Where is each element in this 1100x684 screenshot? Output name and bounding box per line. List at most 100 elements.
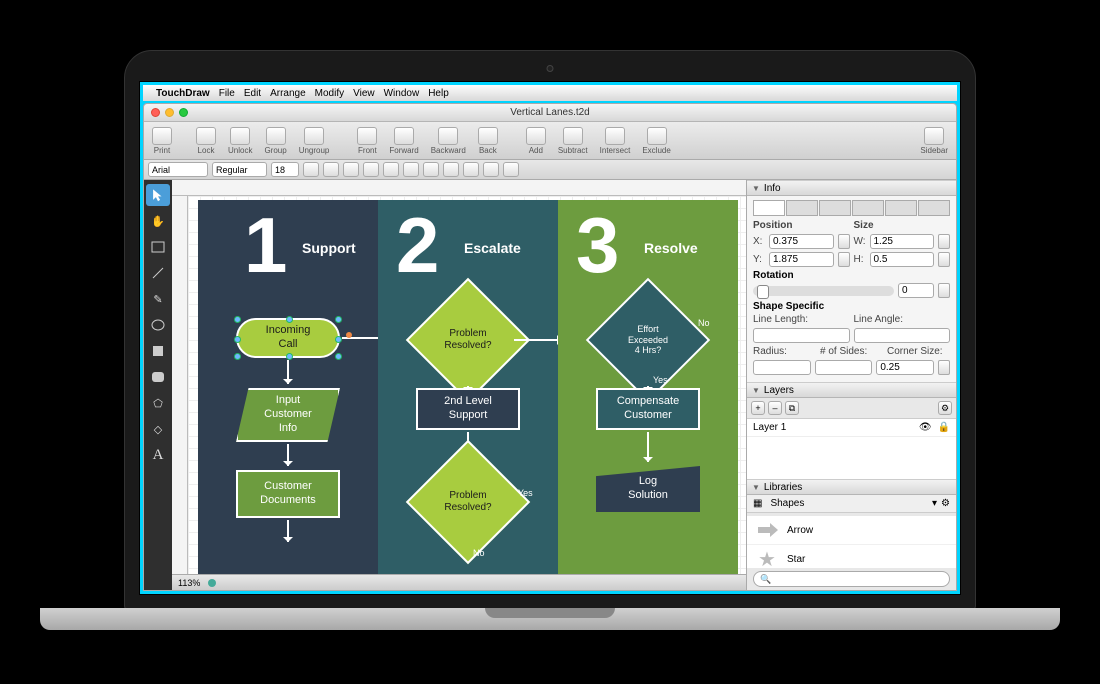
library-category[interactable]: Shapes [766,498,928,509]
rect-tool[interactable] [146,236,170,258]
group-button[interactable]: Group [260,125,290,157]
italic-button[interactable] [323,162,339,177]
shape-incoming-call[interactable]: Incoming Call [236,318,340,358]
underline-button[interactable] [343,162,359,177]
sides-field[interactable] [815,360,873,375]
sel-handle-icon[interactable] [234,336,241,343]
radius-field[interactable] [753,360,811,375]
x-stepper[interactable] [838,234,850,249]
add-button[interactable]: Add [522,125,550,157]
shape-support2[interactable]: 2nd Level Support [416,388,520,430]
back-button[interactable]: Back [474,125,502,157]
bold-button[interactable] [303,162,319,177]
pen-tool[interactable]: ✎ [146,288,170,310]
shape-documents[interactable]: Customer Documents [236,470,340,518]
shape-input-info[interactable]: Input Customer Info [236,388,340,442]
text-tool[interactable]: A [146,444,170,466]
layers-panel-header[interactable]: ▼Layers [747,382,956,398]
remove-layer-button[interactable]: – [768,401,782,415]
close-icon[interactable] [151,108,160,117]
sel-handle-icon[interactable] [335,336,342,343]
menu-help[interactable]: Help [428,88,449,99]
oval-tool[interactable] [146,314,170,336]
stroke-color-button[interactable] [443,162,459,177]
x-field[interactable]: 0.375 [769,234,834,249]
w-stepper[interactable] [938,234,950,249]
corner-field[interactable]: 0.25 [876,360,934,375]
path-tool[interactable]: ◇ [146,418,170,440]
align-left-button[interactable] [363,162,379,177]
pointer-tool[interactable] [146,184,170,206]
line-angle-field[interactable] [854,328,951,343]
sel-handle-icon[interactable] [234,316,241,323]
canvas[interactable]: 1 Support Incoming Call [188,196,746,574]
library-item[interactable]: Arrow [747,516,956,545]
line-length-field[interactable] [753,328,850,343]
library-item[interactable]: ★ Star [747,545,956,568]
shape-compensate[interactable]: Compensate Customer [596,388,700,430]
zoom-level[interactable]: 113% [178,578,200,588]
font-select[interactable]: Arial [148,162,208,177]
exclude-button[interactable]: Exclude [638,125,674,157]
unlock-button[interactable]: Unlock [224,125,256,157]
sel-handle-icon[interactable] [335,316,342,323]
align-right-button[interactable] [403,162,419,177]
rotation-field[interactable]: 0 [898,283,934,298]
minimize-icon[interactable] [165,108,174,117]
info-tab-misc[interactable] [918,200,950,216]
shape-resolved2[interactable]: Problem Resolved? [424,458,512,546]
h-field[interactable]: 0.5 [870,252,935,267]
zoom-icon[interactable] [179,108,188,117]
y-stepper[interactable] [838,252,850,267]
library-search[interactable]: 🔍 [753,571,950,587]
line-style-button[interactable] [463,162,479,177]
subtract-button[interactable]: Subtract [554,125,592,157]
align-center-button[interactable] [383,162,399,177]
front-button[interactable]: Front [353,125,381,157]
info-tab-stroke[interactable] [819,200,851,216]
lane-resolve[interactable]: 3 Resolve Effort Exceeded 4 Hrs? No Yes [558,200,738,574]
backward-button[interactable]: Backward [427,125,470,157]
shape-resolved1[interactable]: Problem Resolved? [424,296,512,384]
layer-gear-icon[interactable]: ⚙ [938,401,952,415]
dup-layer-button[interactable]: ⧉ [785,401,799,415]
grid-view-icon[interactable]: ▦ [753,498,762,509]
info-panel-header[interactable]: ▼Info [747,180,956,196]
lib-gear-icon[interactable]: ⚙ [941,498,950,509]
sel-handle-icon[interactable] [335,353,342,360]
h-stepper[interactable] [938,252,950,267]
arrow-end-button[interactable] [503,162,519,177]
app-name-menu[interactable]: TouchDraw [156,88,210,99]
info-tab-geometry[interactable] [753,200,785,216]
forward-button[interactable]: Forward [385,125,422,157]
info-tab-text[interactable] [852,200,884,216]
menu-window[interactable]: Window [384,88,420,99]
info-tab-fill[interactable] [786,200,818,216]
size-select[interactable]: 18 [271,162,299,177]
ungroup-button[interactable]: Ungroup [295,125,334,157]
visibility-icon[interactable]: 👁 [919,422,932,433]
corner-stepper[interactable] [938,360,950,375]
libraries-panel-header[interactable]: ▼Libraries [747,479,956,495]
line-tool[interactable] [146,262,170,284]
fill-color-button[interactable] [423,162,439,177]
shape-effort[interactable]: Effort Exceeded 4 Hrs? [604,296,692,384]
rotation-stepper[interactable] [938,283,950,298]
lock-button[interactable]: Lock [192,125,220,157]
w-field[interactable]: 1.25 [870,234,935,249]
layer-row[interactable]: Layer 1 👁 🔒 [747,419,956,437]
menu-modify[interactable]: Modify [315,88,344,99]
lock-layer-icon[interactable]: 🔒 [938,422,950,433]
lane-support[interactable]: 1 Support Incoming Call [198,200,378,574]
sidebar-button[interactable]: Sidebar [916,125,952,157]
menu-arrange[interactable]: Arrange [270,88,306,99]
print-button[interactable]: Print [148,125,176,157]
y-field[interactable]: 1.875 [769,252,834,267]
info-tab-shadow[interactable] [885,200,917,216]
square-tool[interactable] [146,340,170,362]
sel-handle-icon[interactable] [286,316,293,323]
add-layer-button[interactable]: + [751,401,765,415]
rotation-slider[interactable] [753,286,894,296]
intersect-button[interactable]: Intersect [596,125,635,157]
weight-select[interactable]: Regular [212,162,267,177]
